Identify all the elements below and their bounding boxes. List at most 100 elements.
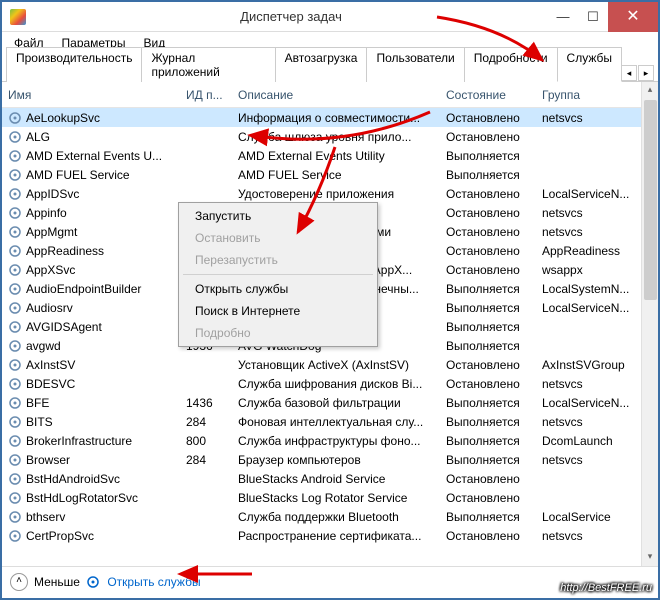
cell-state: Остановлено <box>440 472 536 486</box>
service-icon <box>8 225 22 239</box>
cell-pid: 284 <box>180 415 232 429</box>
cell-pid: 1436 <box>180 396 232 410</box>
col-header-pid[interactable]: ИД п... <box>180 88 232 102</box>
cell-state: Выполняется <box>440 434 536 448</box>
col-header-name[interactable]: Имя <box>2 88 180 102</box>
tab-Журнал приложений[interactable]: Журнал приложений <box>141 47 275 82</box>
app-icon <box>10 9 26 25</box>
cm-open-services[interactable]: Открыть службы <box>181 278 375 300</box>
service-icon <box>8 282 22 296</box>
cm-stop: Остановить <box>181 227 375 249</box>
cell-state: Выполняется <box>440 282 536 296</box>
cell-desc: Установщик ActiveX (AxInstSV) <box>232 358 440 372</box>
cell-desc: AMD FUEL Service <box>232 168 440 182</box>
cell-group: netsvcs <box>536 225 640 239</box>
tab-Службы[interactable]: Службы <box>557 47 622 82</box>
cell-desc: AMD External Events Utility <box>232 149 440 163</box>
maximize-button[interactable]: ☐ <box>578 2 608 32</box>
service-icon <box>8 263 22 277</box>
open-services-link[interactable]: Открыть службы <box>86 575 201 589</box>
cell-name: AudioEndpointBuilder <box>2 282 180 296</box>
cell-name: AMD FUEL Service <box>2 168 180 182</box>
tab-Производительность[interactable]: Производительность <box>6 47 142 82</box>
cell-group: LocalServiceN... <box>536 187 640 201</box>
cell-desc: Служба шифрования дисков Bi... <box>232 377 440 391</box>
cell-group: AxInstSVGroup <box>536 358 640 372</box>
service-icon <box>8 434 22 448</box>
service-icon <box>8 149 22 163</box>
cm-start[interactable]: Запустить <box>181 205 375 227</box>
service-icon <box>8 339 22 353</box>
service-icon <box>8 168 22 182</box>
watermark: http://BestFREE.ru <box>560 582 652 594</box>
cell-desc: Фоновая интеллектуальная слу... <box>232 415 440 429</box>
scroll-down-button[interactable]: ▾ <box>642 549 658 566</box>
scroll-thumb[interactable] <box>644 100 657 300</box>
col-header-desc[interactable]: Описание <box>232 88 440 102</box>
cm-search-online[interactable]: Поиск в Интернете <box>181 300 375 322</box>
service-icon <box>8 301 22 315</box>
service-icon <box>8 206 22 220</box>
cell-name: Appinfo <box>2 206 180 220</box>
service-icon <box>8 187 22 201</box>
col-header-state[interactable]: Состояние <box>440 88 536 102</box>
table-row[interactable]: AeLookupSvcИнформация о совместимости...… <box>2 108 658 127</box>
cm-separator <box>183 274 373 275</box>
cell-state: Остановлено <box>440 358 536 372</box>
cell-desc: Служба инфраструктуры фоно... <box>232 434 440 448</box>
table-row[interactable]: bthservСлужба поддержки BluetoothВыполня… <box>2 507 658 526</box>
context-menu: Запустить Остановить Перезапустить Откры… <box>178 202 378 347</box>
vertical-scrollbar[interactable]: ▴ ▾ <box>641 82 658 566</box>
cell-state: Остановлено <box>440 529 536 543</box>
scroll-up-button[interactable]: ▴ <box>642 82 658 99</box>
tab-Подробности[interactable]: Подробности <box>464 47 558 82</box>
tab-scroll-left[interactable]: ◂ <box>621 65 637 81</box>
cell-desc: Информация о совместимости... <box>232 111 440 125</box>
cell-group: netsvcs <box>536 377 640 391</box>
table-header: Имя ИД п... Описание Состояние Группа <box>2 82 658 108</box>
table-row[interactable]: BstHdAndroidSvcBlueStacks Android Servic… <box>2 469 658 488</box>
service-icon <box>8 358 22 372</box>
cell-state: Остановлено <box>440 187 536 201</box>
cell-name: AVGIDSAgent <box>2 320 180 334</box>
table-row[interactable]: AppIDSvcУдостоверение приложенияОстановл… <box>2 184 658 203</box>
cell-group: wsappx <box>536 263 640 277</box>
cell-group: netsvcs <box>536 453 640 467</box>
cell-pid: 800 <box>180 434 232 448</box>
minimize-button[interactable]: — <box>548 2 578 32</box>
service-icon <box>8 529 22 543</box>
cell-group: AppReadiness <box>536 244 640 258</box>
table-row[interactable]: BFE1436Служба базовой фильтрацииВыполняе… <box>2 393 658 412</box>
cell-name: Browser <box>2 453 180 467</box>
cell-state: Выполняется <box>440 149 536 163</box>
table-row[interactable]: Browser284Браузер компьютеровВыполняется… <box>2 450 658 469</box>
cell-state: Выполняется <box>440 339 536 353</box>
cell-state: Выполняется <box>440 510 536 524</box>
table-row[interactable]: BrokerInfrastructure800Служба инфраструк… <box>2 431 658 450</box>
col-header-group[interactable]: Группа <box>536 88 640 102</box>
service-icon <box>8 130 22 144</box>
service-icon <box>8 244 22 258</box>
table-row[interactable]: BDESVCСлужба шифрования дисков Bi...Оста… <box>2 374 658 393</box>
cell-name: ALG <box>2 130 180 144</box>
tab-Автозагрузка[interactable]: Автозагрузка <box>275 47 368 82</box>
tab-scroll-right[interactable]: ▸ <box>638 65 654 81</box>
close-button[interactable]: ✕ <box>608 2 658 32</box>
cell-desc: Браузер компьютеров <box>232 453 440 467</box>
fewer-details-label[interactable]: Меньше <box>34 575 80 589</box>
tab-Пользователи[interactable]: Пользователи <box>366 47 464 82</box>
cell-state: Выполняется <box>440 396 536 410</box>
table-row[interactable]: CertPropSvcРаспространение сертификата..… <box>2 526 658 545</box>
fewer-details-button[interactable]: ˄ <box>10 573 28 591</box>
table-row[interactable]: BITS284Фоновая интеллектуальная слу...Вы… <box>2 412 658 431</box>
cell-name: BDESVC <box>2 377 180 391</box>
table-row[interactable]: AxInstSVУстановщик ActiveX (AxInstSV)Ост… <box>2 355 658 374</box>
table-row[interactable]: AMD FUEL ServiceAMD FUEL ServiceВыполняе… <box>2 165 658 184</box>
service-icon <box>8 472 22 486</box>
table-row[interactable]: BstHdLogRotatorSvcBlueStacks Log Rotator… <box>2 488 658 507</box>
cell-group: netsvcs <box>536 415 640 429</box>
service-icon <box>8 396 22 410</box>
table-row[interactable]: ALGСлужба шлюза уровня прило...Остановле… <box>2 127 658 146</box>
service-icon <box>8 320 22 334</box>
table-row[interactable]: AMD External Events U...AMD External Eve… <box>2 146 658 165</box>
